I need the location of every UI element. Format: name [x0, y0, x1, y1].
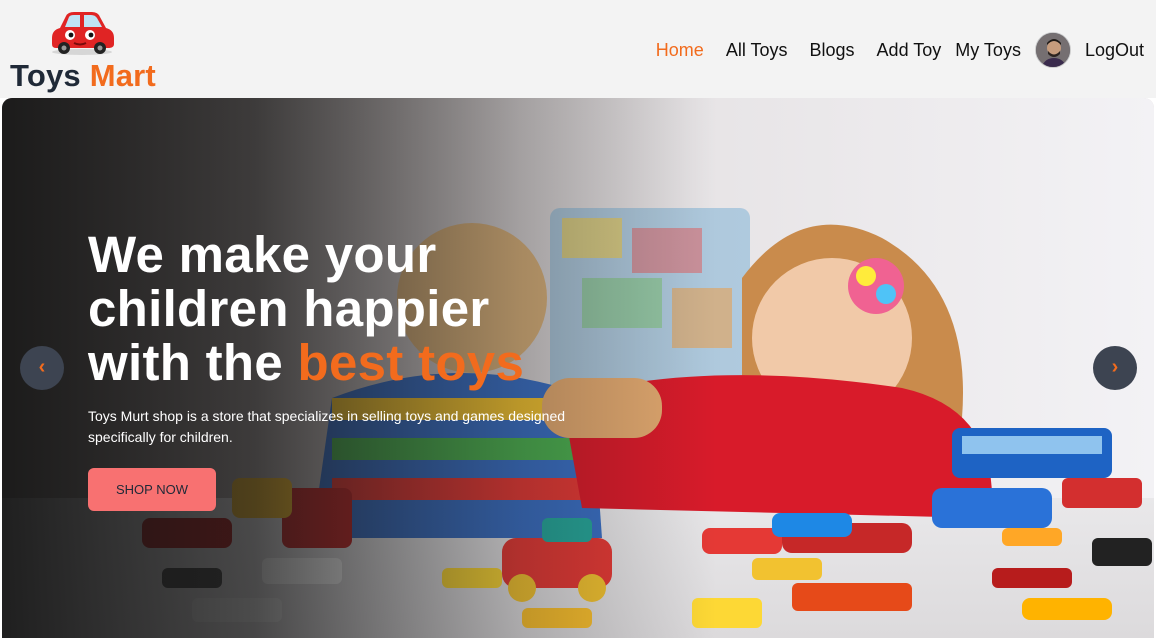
nav-menu: Home All Toys Blogs Add Toy My Toys LogO… [634, 30, 1144, 70]
nav-home-link[interactable]: Home [656, 40, 704, 61]
hero-content: We make your children happier with the b… [88, 228, 608, 511]
nav-blogs-link[interactable]: Blogs [810, 40, 855, 61]
hero-title: We make your children happier with the b… [88, 226, 525, 391]
site-logo[interactable]: Toys Mart [8, 6, 168, 94]
nav-all-toys-link[interactable]: All Toys [726, 40, 788, 61]
user-avatar[interactable] [1034, 32, 1071, 68]
nav-my-toys-link[interactable]: My Toys [955, 40, 1021, 61]
chevron-left-icon: ‹ [38, 356, 46, 378]
hero-carousel: We make your children happier with the b… [2, 98, 1154, 638]
user-photo-icon [1035, 33, 1070, 67]
carousel-prev-button[interactable]: ‹ [20, 346, 64, 390]
nav-add-toy-link[interactable]: Add Toy [877, 40, 942, 61]
navbar: Toys Mart Home All Toys Blogs Add Toy My… [0, 0, 1156, 98]
carousel-next-button[interactable]: › [1093, 346, 1137, 390]
car-logo-icon [52, 12, 114, 55]
logout-link[interactable]: LogOut [1085, 40, 1144, 61]
hero-description: Toys Murt shop is a store that specializ… [88, 408, 566, 445]
brand-name: Toys Mart [10, 58, 156, 93]
hero-title-accent: best toys [297, 334, 525, 391]
shop-now-button[interactable]: SHOP NOW [88, 468, 216, 511]
chevron-right-icon: › [1111, 356, 1119, 378]
